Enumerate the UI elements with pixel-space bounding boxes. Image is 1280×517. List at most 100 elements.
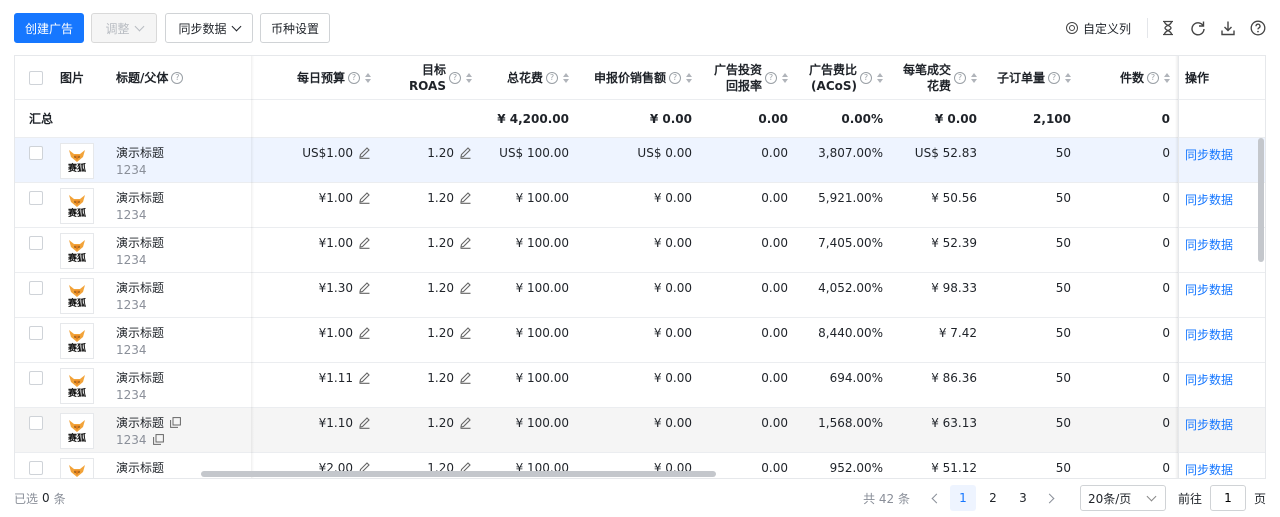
row-subtitle: 1234 (116, 388, 147, 402)
copy-icon[interactable] (152, 434, 164, 445)
roi-cell: 0.00 (693, 363, 788, 407)
edit-icon[interactable] (459, 191, 472, 204)
header-units[interactable]: 件数? (1072, 56, 1170, 99)
sync-data-link[interactable]: 同步数据 (1185, 281, 1233, 298)
sub-orders-value: 50 (1055, 281, 1071, 295)
sort-icon[interactable] (877, 72, 883, 83)
header-cost-per-order[interactable]: 每笔成交 花费 ? (884, 56, 977, 99)
help-icon[interactable]: ? (669, 71, 681, 84)
refresh-icon[interactable] (1190, 20, 1206, 36)
hourglass-icon[interactable] (1160, 20, 1176, 36)
edit-icon[interactable] (358, 326, 371, 339)
roi-value: 0.00 (761, 146, 788, 160)
header-target-roas[interactable]: 目标 ROAS ? (372, 56, 472, 99)
edit-icon[interactable] (358, 191, 371, 204)
edit-icon[interactable] (459, 371, 472, 384)
row-title: 演示标题 (116, 326, 165, 340)
product-image: 赛狐 (60, 453, 94, 478)
sort-icon[interactable] (1164, 72, 1170, 83)
row-checkbox[interactable] (29, 138, 43, 182)
row-checkbox[interactable] (29, 183, 43, 227)
horizontal-scrollbar[interactable] (201, 471, 716, 477)
row-checkbox[interactable] (29, 228, 43, 272)
row-checkbox[interactable] (29, 273, 43, 317)
sync-data-link[interactable]: 同步数据 (1185, 191, 1233, 208)
row-checkbox[interactable] (29, 453, 43, 478)
target-roas-value: 1.20 (427, 371, 454, 385)
sort-icon[interactable] (466, 72, 472, 83)
header-sub-orders[interactable]: 子订单量? (978, 56, 1071, 99)
total-spend-cell: ¥ 100.00 (473, 183, 569, 227)
header-reported-sales[interactable]: 申报价销售额? (570, 56, 692, 99)
edit-icon[interactable] (358, 236, 371, 249)
acos-value: 8,440.00% (818, 326, 883, 340)
edit-icon[interactable] (358, 416, 371, 429)
daily-budget-value: ¥1.00 (318, 236, 353, 250)
adjust-dropdown[interactable]: 调整 (91, 13, 157, 43)
header-acos[interactable]: 广告费比 (ACoS) ? (789, 56, 883, 99)
help-icon[interactable]: ? (860, 71, 872, 84)
units-cell: 0 (1072, 408, 1170, 452)
sort-icon[interactable] (686, 72, 692, 83)
custom-columns-button[interactable]: 自定义列 (1065, 20, 1131, 37)
roi-value: 0.00 (761, 461, 788, 475)
help-icon[interactable]: ? (1048, 71, 1060, 84)
header-roi[interactable]: 广告投资 回报率 ? (693, 56, 788, 99)
edit-icon[interactable] (459, 281, 472, 294)
help-icon[interactable] (1250, 20, 1266, 36)
target-roas-value: 1.20 (427, 236, 454, 250)
help-icon[interactable]: ? (1147, 71, 1159, 84)
sync-data-link[interactable]: 同步数据 (1185, 236, 1233, 253)
cpo-value: ¥ 52.39 (931, 236, 977, 250)
sync-data-link[interactable]: 同步数据 (1185, 146, 1233, 163)
sort-icon[interactable] (971, 72, 977, 83)
help-icon[interactable]: ? (546, 71, 558, 84)
copy-icon[interactable] (170, 417, 181, 428)
logo-text: 赛狐 (67, 388, 86, 399)
edit-icon[interactable] (459, 236, 472, 249)
goto-page-input[interactable] (1209, 485, 1246, 511)
page-size-select[interactable]: 20条/页 (1079, 485, 1166, 511)
sort-icon[interactable] (563, 72, 569, 83)
page-2[interactable]: 2 (980, 485, 1006, 511)
edit-icon[interactable] (358, 371, 371, 384)
total-spend-cell: ¥ 100.00 (473, 273, 569, 317)
total-spend-cell: ¥ 100.00 (473, 363, 569, 407)
sync-data-dropdown[interactable]: 同步数据 (165, 13, 253, 43)
edit-icon[interactable] (459, 326, 472, 339)
row-checkbox[interactable] (29, 408, 43, 452)
sync-data-link[interactable]: 同步数据 (1185, 326, 1233, 343)
header-total-spend[interactable]: 总花费? (473, 56, 569, 99)
sync-data-link[interactable]: 同步数据 (1185, 461, 1233, 478)
target-roas-value: 1.20 (427, 191, 454, 205)
header-daily-budget[interactable]: 每日预算? (255, 56, 371, 99)
help-icon[interactable]: ? (954, 71, 966, 84)
currency-settings-button[interactable]: 币种设置 (260, 13, 330, 43)
prev-page-button[interactable] (922, 485, 948, 511)
table-row: 赛狐 演示标题 1234 ¥1.10 1.20 ¥ 100.00 ¥ 0.00 … (15, 408, 1265, 453)
sort-icon[interactable] (1065, 72, 1071, 83)
edit-icon[interactable] (459, 416, 472, 429)
page-3[interactable]: 3 (1010, 485, 1036, 511)
edit-icon[interactable] (358, 146, 371, 159)
create-ad-button[interactable]: 创建广告 (14, 13, 84, 43)
sort-icon[interactable] (782, 72, 788, 83)
next-page-button[interactable] (1038, 485, 1064, 511)
vertical-scrollbar[interactable] (1258, 138, 1264, 262)
edit-icon[interactable] (358, 281, 371, 294)
sync-data-link[interactable]: 同步数据 (1185, 371, 1233, 388)
target-roas-cell: 1.20 (372, 138, 472, 182)
help-icon[interactable]: ? (348, 71, 360, 84)
sub-orders-cell: 50 (978, 363, 1071, 407)
row-checkbox[interactable] (29, 363, 43, 407)
sync-data-link[interactable]: 同步数据 (1185, 416, 1233, 433)
page-1[interactable]: 1 (949, 485, 976, 511)
help-icon[interactable]: ? (171, 71, 184, 84)
download-icon[interactable] (1220, 20, 1236, 36)
row-checkbox[interactable] (29, 318, 43, 362)
edit-icon[interactable] (459, 146, 472, 159)
help-icon[interactable]: ? (449, 71, 461, 84)
sort-icon[interactable] (365, 72, 371, 83)
select-all-checkbox[interactable] (29, 56, 43, 99)
help-icon[interactable]: ? (765, 71, 777, 84)
